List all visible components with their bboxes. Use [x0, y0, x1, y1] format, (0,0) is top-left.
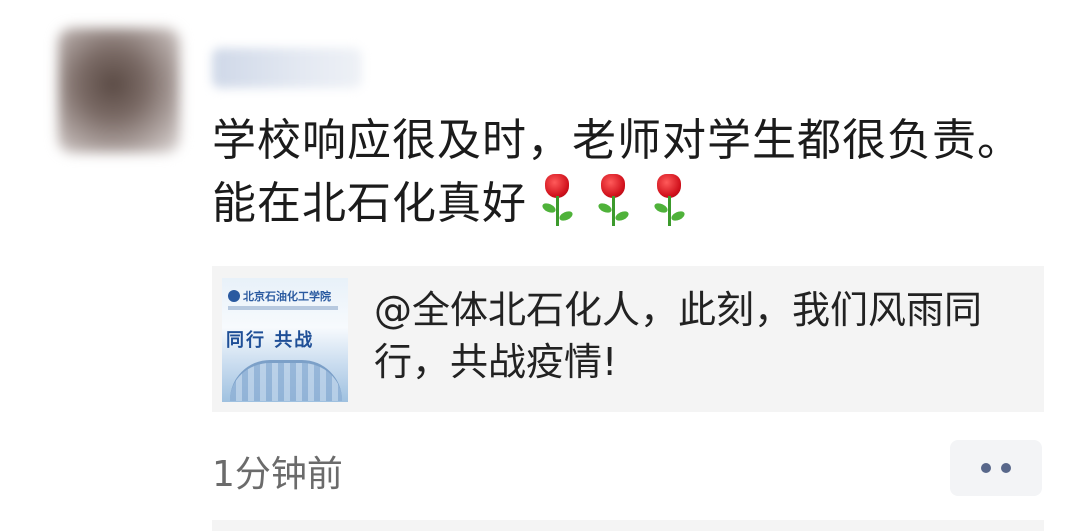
more-dots-icon — [981, 463, 991, 473]
rose-emoji-icon — [645, 172, 693, 228]
school-seal-icon — [228, 290, 240, 302]
thumbnail-school-name: 北京石油化工学院 — [228, 288, 346, 304]
post-timestamp: 1分钟前 — [212, 454, 343, 495]
avatar[interactable] — [58, 28, 180, 153]
more-options-button[interactable] — [950, 440, 1042, 496]
thumbnail-slogan: 同行 共战 — [226, 330, 315, 351]
comment-area-edge — [212, 520, 1044, 531]
more-dots-icon — [1001, 463, 1011, 473]
rose-emoji-icon — [589, 172, 637, 228]
shared-link-title: @全体北石化人，此刻，我们风雨同行，共战疫情! — [374, 288, 983, 384]
thumbnail-building-image — [230, 360, 342, 401]
shared-link-card[interactable]: 北京石油化工学院 同行 共战 @全体北石化人，此刻，我们风雨同行，共战疫情! — [212, 266, 1044, 412]
post-content: 学校响应很及时，老师对学生都很负责。能在北石化真好 — [212, 110, 1042, 235]
emoji-group — [533, 172, 701, 235]
shared-link-thumbnail: 北京石油化工学院 同行 共战 — [222, 278, 348, 402]
nickname-blurred[interactable] — [212, 48, 362, 88]
rose-emoji-icon — [533, 172, 581, 228]
thumbnail-subtitle-line — [228, 306, 338, 310]
